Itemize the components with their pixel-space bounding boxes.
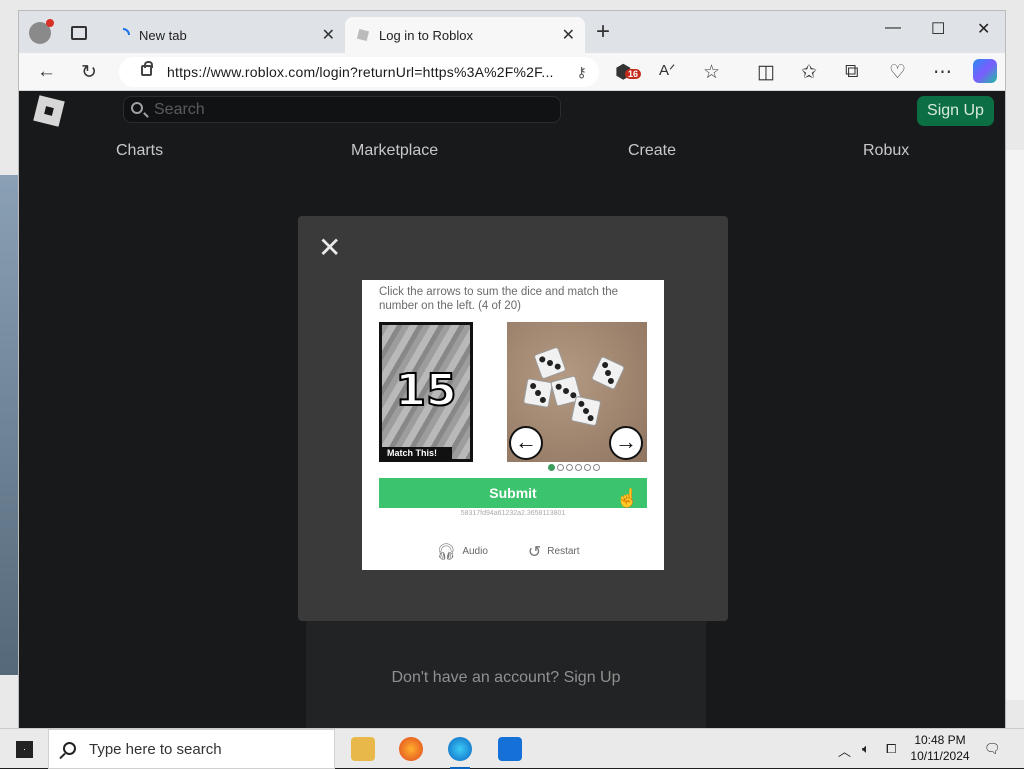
tab-new-tab[interactable]: New tab ✕	[105, 17, 345, 53]
tab-strip: New tab ✕ Log in to Roblox ✕ + — ☐ ✕	[19, 11, 1005, 53]
read-aloud-icon[interactable]: Aᐟ	[659, 61, 675, 79]
search-icon	[63, 742, 76, 755]
progress-dot	[548, 464, 555, 471]
hand-cursor-icon: ☝	[616, 488, 639, 508]
dice-image: ← →	[507, 322, 647, 462]
die	[522, 377, 554, 409]
favorite-star-icon[interactable]: ☆	[703, 61, 720, 84]
progress-dot	[557, 464, 564, 471]
background-window-edge	[0, 175, 18, 675]
tab-log-in-to-roblox[interactable]: Log in to Roblox ✕	[345, 17, 585, 53]
windows-start-icon[interactable]	[16, 741, 33, 758]
firefox-icon[interactable]	[399, 737, 423, 761]
more-options-icon[interactable]: ⋯	[933, 61, 952, 84]
progress-dot	[584, 464, 591, 471]
nav-robux[interactable]: Robux	[863, 142, 909, 160]
search-placeholder: Search	[154, 100, 205, 118]
roblox-page: Search Sign Up Charts Marketplace Create…	[19, 91, 1005, 729]
die	[570, 395, 602, 427]
captcha-footer: 🎧︎ Audio ↺ Restart	[436, 542, 580, 562]
extension-badge: 16	[625, 69, 642, 79]
right-arrow-button[interactable]: →	[609, 426, 643, 460]
notifications-icon[interactable]: 🗨︎	[984, 741, 1001, 757]
collections-icon[interactable]: ⧉	[845, 61, 859, 83]
minimize-icon[interactable]: —	[885, 19, 901, 37]
nav-charts[interactable]: Charts	[116, 142, 163, 160]
refresh-icon[interactable]: ↻	[81, 61, 97, 84]
restart-icon: ↺	[527, 544, 542, 561]
favorites-icon[interactable]: ✩	[801, 61, 817, 84]
tab-label: New tab	[139, 27, 187, 43]
tab-actions-icon[interactable]	[71, 26, 87, 40]
audio-label: Audio	[462, 546, 488, 557]
die	[533, 346, 567, 380]
search-icon	[131, 102, 143, 114]
left-arrow-button[interactable]: ←	[509, 426, 543, 460]
file-explorer-icon[interactable]	[351, 737, 375, 761]
maximize-icon[interactable]: ☐	[931, 19, 945, 39]
progress-dot	[566, 464, 573, 471]
die	[590, 355, 626, 391]
progress-dots	[548, 464, 600, 471]
headphones-icon: 🎧︎	[436, 544, 457, 561]
session-id: 58317fd94a61232a2.3658113801	[460, 510, 566, 517]
captcha-panel: Click the arrows to sum the dice and mat…	[362, 280, 664, 570]
lock-icon	[141, 61, 153, 76]
browser-essentials-icon[interactable]: ♡	[889, 61, 906, 84]
nav-create[interactable]: Create	[628, 142, 676, 160]
progress-dot	[593, 464, 600, 471]
restart-button[interactable]: ↺ Restart	[528, 542, 580, 562]
clock-time: 10:48 PM	[914, 733, 966, 747]
background-window-scrollbar	[1004, 150, 1024, 700]
match-this-label: Match This!	[382, 447, 452, 459]
browser-window: New tab ✕ Log in to Roblox ✕ + — ☐ ✕ ← ↻…	[18, 10, 1006, 729]
taskbar-search-placeholder: Type here to search	[89, 740, 222, 758]
address-bar[interactable]: https://www.roblox.com/login?returnUrl=h…	[119, 57, 599, 87]
roblox-header: Search Sign Up Charts Marketplace Create…	[19, 91, 1005, 171]
profile-avatar-icon[interactable]	[29, 19, 54, 44]
roblox-studio-icon[interactable]	[498, 737, 522, 761]
close-tab-icon[interactable]: ✕	[562, 25, 575, 45]
captcha-instruction: Click the arrows to sum the dice and mat…	[379, 286, 619, 312]
new-tab-plus-icon[interactable]: +	[596, 18, 610, 46]
close-tab-icon[interactable]: ✕	[322, 25, 335, 45]
url-text: https://www.roblox.com/login?returnUrl=h…	[167, 64, 554, 80]
split-screen-icon[interactable]: ◫	[757, 61, 775, 84]
navigation-bar: ← ↻ https://www.roblox.com/login?returnU…	[19, 53, 1005, 91]
submit-button[interactable]: Submit	[379, 478, 647, 508]
close-modal-icon[interactable]: ✕	[318, 234, 341, 262]
progress-dot	[575, 464, 582, 471]
volume-muted-icon[interactable]: 🔈︎	[862, 741, 870, 757]
loading-spinner-icon	[122, 28, 130, 36]
taskbar: Type here to search ︿ 🔈︎ ⧠ 10:48 PM 10/1…	[0, 728, 1024, 769]
system-clock[interactable]: 10:48 PM 10/11/2024	[908, 732, 972, 764]
show-hidden-icons-chevron-icon[interactable]: ︿	[838, 741, 851, 760]
restart-label: Restart	[547, 546, 580, 557]
taskbar-search-input[interactable]: Type here to search	[48, 729, 335, 769]
password-key-icon[interactable]: ⚷	[577, 64, 587, 81]
target-number: 15	[394, 364, 457, 417]
window-close-icon[interactable]: ✕	[977, 19, 990, 39]
network-icon[interactable]: ⧠	[886, 741, 896, 757]
roblox-logo-icon[interactable]	[33, 95, 65, 127]
back-arrow-icon[interactable]: ←	[37, 61, 56, 83]
nav-marketplace[interactable]: Marketplace	[351, 142, 438, 160]
sign-up-button[interactable]: Sign Up	[917, 96, 994, 126]
tab-label: Log in to Roblox	[379, 27, 473, 43]
roblox-favicon-icon	[356, 28, 370, 42]
target-number-card: 15 Match This!	[379, 322, 473, 462]
clock-date: 10/11/2024	[910, 749, 970, 763]
roblox-search-input[interactable]: Search	[123, 96, 561, 123]
copilot-icon[interactable]	[973, 59, 997, 83]
audio-button[interactable]: 🎧︎ Audio	[436, 542, 488, 562]
captcha-modal: ✕ Click the arrows to sum the dice and m…	[298, 216, 728, 621]
edge-icon[interactable]	[448, 737, 472, 769]
